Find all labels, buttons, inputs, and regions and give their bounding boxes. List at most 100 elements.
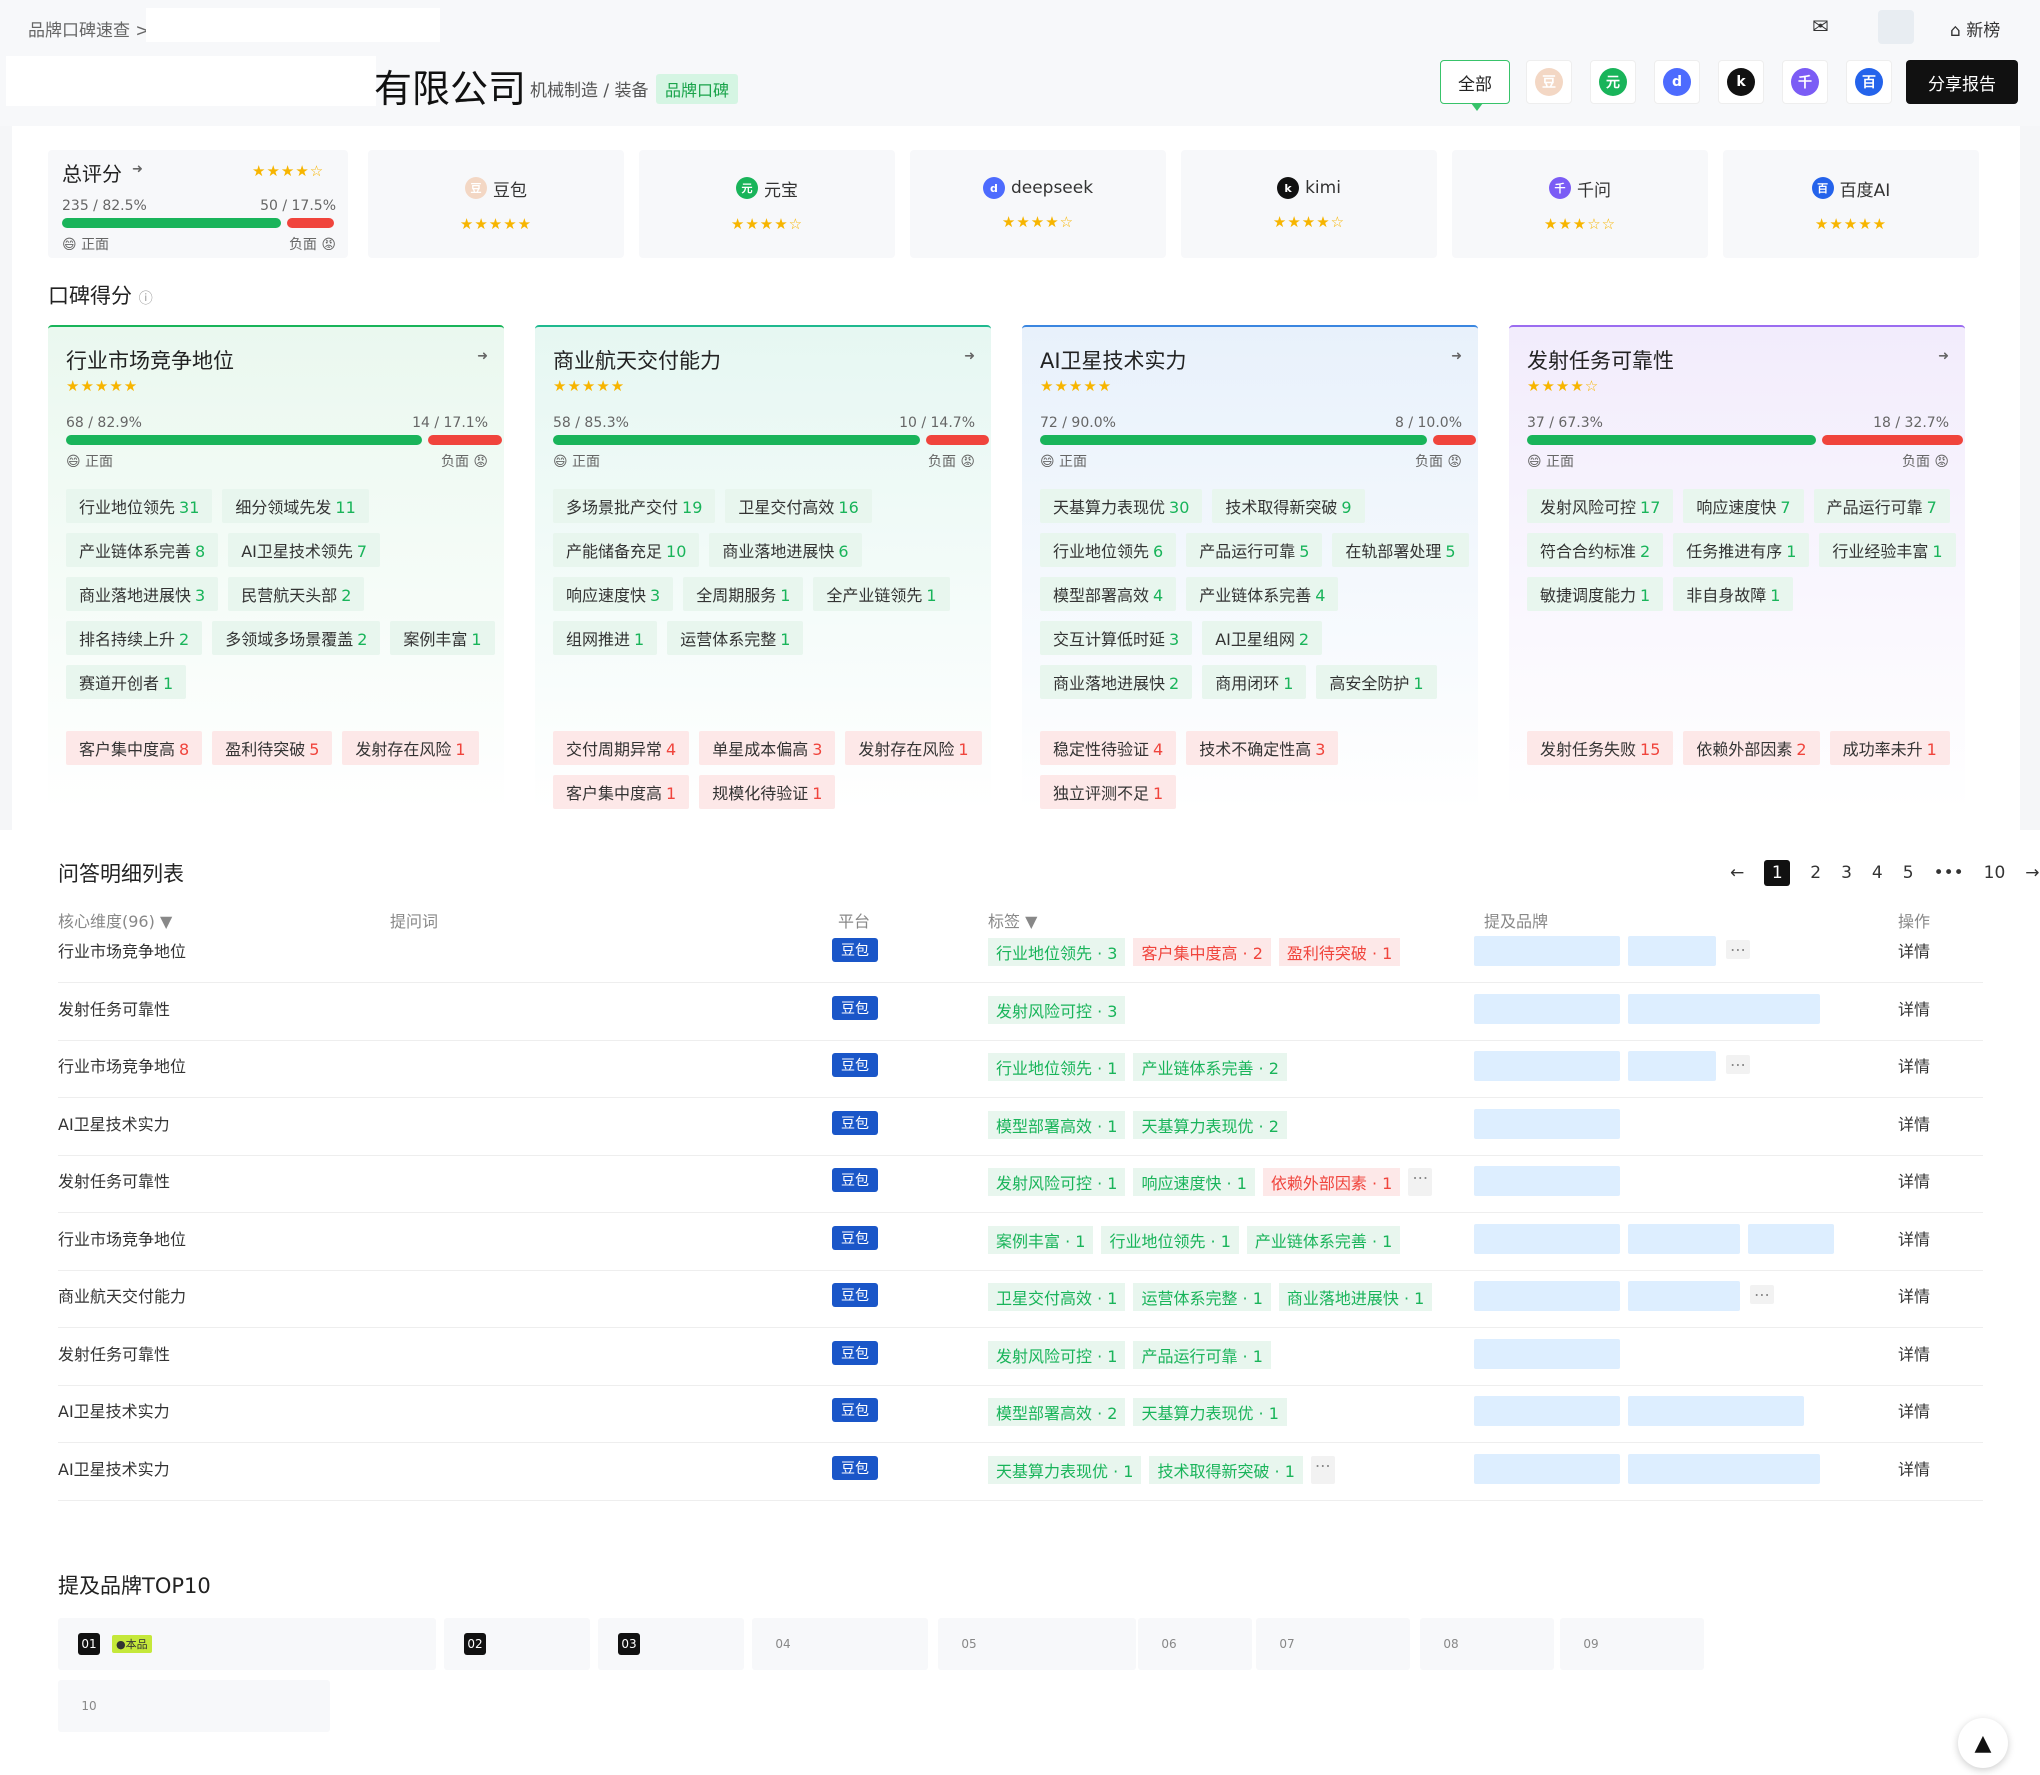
positive-tag[interactable]: 产品运行可靠 · 1 <box>1133 1340 1271 1369</box>
brand-chip[interactable] <box>1474 1108 1620 1139</box>
negative-tag[interactable]: 客户集中度高 8 <box>66 731 203 765</box>
detail-link[interactable]: 详情 <box>1898 1111 1930 1135</box>
positive-tag[interactable]: 天基算力表现优 · 1 <box>988 1455 1142 1484</box>
positive-tag[interactable]: 行业地位领先 31 <box>66 489 213 523</box>
positive-tag[interactable]: 卫星交付高效 16 <box>725 489 872 523</box>
brand-rank-card[interactable]: 03 <box>598 1618 744 1670</box>
table-row[interactable]: 发射任务可靠性 豆包 发射风险可控 · 3 详情 <box>0 984 2040 1041</box>
positive-tag[interactable]: 发射风险可控 · 3 <box>988 995 1126 1024</box>
table-row[interactable]: 发射任务可靠性 豆包 发射风险可控 · 1 响应速度快 · 1 依赖外部因素 · 1 ⋯ 详… <box>0 1156 2040 1213</box>
negative-tag[interactable]: 单星成本偏高 3 <box>699 731 836 765</box>
detail-link[interactable]: 详情 <box>1898 1168 1930 1192</box>
positive-tag[interactable]: 多领域多场景覆盖 2 <box>212 621 381 655</box>
brand-rank-card[interactable]: 06 <box>1138 1618 1252 1670</box>
brand-rank-card[interactable]: 01 ●本品 <box>58 1618 436 1670</box>
positive-tag[interactable]: 行业地位领先 6 <box>1040 533 1177 567</box>
negative-tag[interactable]: 稳定性待验证 4 <box>1040 731 1177 765</box>
positive-tag[interactable]: 组网推进 1 <box>553 621 658 655</box>
table-row[interactable]: AI卫星技术实力 豆包 天基算力表现优 · 1 技术取得新突破 · 1 ⋯ 详情 <box>0 1444 2040 1501</box>
positive-tag[interactable]: 商业落地进展快 · 1 <box>1278 1283 1433 1311</box>
positive-tag[interactable]: 行业地位领先 · 1 <box>988 1053 1126 1081</box>
brand-chip[interactable] <box>1474 1051 1620 1081</box>
platform-filter-qianwen[interactable]: 千 <box>1782 60 1828 104</box>
positive-tag[interactable]: 产业链体系完善 4 <box>1186 577 1339 611</box>
table-row[interactable]: 行业市场竞争地位 豆包 行业地位领先 · 3 客户集中度高 · 2 盈利待突破 · 1 ⋯… <box>0 926 2040 983</box>
brand-chip[interactable] <box>1474 1396 1620 1426</box>
xinbang-link[interactable]: ⌂ 新榜 <box>1950 16 2000 41</box>
positive-tag[interactable]: 敏捷调度能力 1 <box>1527 577 1664 611</box>
platform-filter-baidu-ai[interactable]: 百 <box>1846 60 1892 104</box>
positive-tag[interactable]: 发射风险可控 · 1 <box>988 1168 1126 1196</box>
brand-chip[interactable] <box>1474 993 1620 1024</box>
detail-link[interactable]: 详情 <box>1898 996 1930 1020</box>
positive-tag[interactable]: 天基算力表现优 · 1 <box>1133 1398 1287 1426</box>
info-icon[interactable]: ⓘ <box>139 291 153 307</box>
more-brands-icon[interactable]: ⋯ <box>1726 940 1750 959</box>
brand-chip[interactable] <box>1474 1223 1620 1254</box>
brand-rank-card[interactable]: 07 <box>1256 1618 1410 1670</box>
brand-rank-card[interactable]: 02 <box>444 1618 590 1670</box>
detail-link[interactable]: 详情 <box>1898 1053 1930 1077</box>
more-brands-icon[interactable]: ⋯ <box>1750 1285 1774 1304</box>
table-row[interactable]: 行业市场竞争地位 豆包 案例丰富 · 1 行业地位领先 · 1 产业链体系完善 · 1 详… <box>0 1214 2040 1271</box>
brand-chip[interactable] <box>1628 936 1716 966</box>
positive-tag[interactable]: 产业链体系完善 · 2 <box>1133 1053 1287 1081</box>
positive-tag[interactable]: 案例丰富 · 1 <box>988 1225 1094 1254</box>
positive-tag[interactable]: 多场景批产交付 19 <box>553 489 716 523</box>
negative-tag[interactable]: 技术不确定性高 3 <box>1186 731 1339 765</box>
arrow-right-icon[interactable]: ➜ <box>1938 349 1949 364</box>
positive-tag[interactable]: 模型部署高效 · 2 <box>988 1398 1126 1426</box>
negative-tag[interactable]: 盈利待突破 · 1 <box>1278 938 1401 966</box>
negative-tag[interactable]: 依赖外部因素 · 1 <box>1262 1168 1401 1196</box>
positive-tag[interactable]: 全产业链领先 1 <box>813 577 950 611</box>
positive-tag[interactable]: 细分领域先发 11 <box>222 489 369 523</box>
positive-tag[interactable]: 响应速度快 3 <box>553 577 674 611</box>
positive-tag[interactable]: 全周期服务 1 <box>683 577 804 611</box>
positive-tag[interactable]: 产能储备充足 10 <box>553 533 700 567</box>
positive-tag[interactable]: 在轨部署处理 5 <box>1332 533 1469 567</box>
breadcrumb-root[interactable]: 品牌口碑速查 <box>28 21 130 41</box>
detail-link[interactable]: 详情 <box>1898 1456 1930 1480</box>
positive-tag[interactable]: 非自身故障 1 <box>1673 577 1794 611</box>
negative-tag[interactable]: 规模化待验证 1 <box>699 775 836 809</box>
prev-page-icon[interactable]: ← <box>1730 863 1744 883</box>
table-row[interactable]: AI卫星技术实力 豆包 模型部署高效 · 2 天基算力表现优 · 1 详情 <box>0 1386 2040 1443</box>
table-row[interactable]: 商业航天交付能力 豆包 卫星交付高效 · 1 运营体系完整 · 1 商业落地进展快 · … <box>0 1271 2040 1328</box>
brand-rank-card[interactable]: 04 <box>752 1618 928 1670</box>
brand-chip[interactable] <box>1474 1281 1620 1311</box>
more-brands-icon[interactable]: ⋯ <box>1726 1055 1750 1074</box>
platform-filter-deepseek[interactable]: d <box>1654 60 1700 104</box>
positive-tag[interactable]: 响应速度快 · 1 <box>1133 1168 1255 1196</box>
positive-tag[interactable]: AI卫星组网 2 <box>1202 621 1323 655</box>
platform-score-card[interactable]: 千千问 ★★★☆☆ <box>1452 150 1708 258</box>
negative-tag[interactable]: 成功率未升 1 <box>1829 731 1950 765</box>
positive-tag[interactable]: 天基算力表现优 30 <box>1040 489 1203 523</box>
positive-tag[interactable]: 赛道开创者 1 <box>66 665 187 699</box>
brand-chip[interactable] <box>1628 1223 1740 1254</box>
table-row[interactable]: 发射任务可靠性 豆包 发射风险可控 · 1 产品运行可靠 · 1 详情 <box>0 1329 2040 1386</box>
brand-rank-card[interactable]: 10 <box>58 1680 330 1732</box>
positive-tag[interactable]: AI卫星技术领先 7 <box>228 533 381 567</box>
page-10[interactable]: 10 <box>1984 863 2006 883</box>
table-row[interactable]: 行业市场竞争地位 豆包 行业地位领先 · 1 产业链体系完善 · 2 ⋯ 详情 <box>0 1041 2040 1098</box>
positive-tag[interactable]: 模型部署高效 · 1 <box>988 1110 1126 1139</box>
positive-tag[interactable]: 商业落地进展快 6 <box>709 533 862 567</box>
brand-rank-card[interactable]: 08 <box>1420 1618 1554 1670</box>
platform-filter-kimi[interactable]: k <box>1718 60 1764 104</box>
brand-chip[interactable] <box>1628 1453 1820 1484</box>
negative-tag[interactable]: 发射存在风险 1 <box>342 731 479 765</box>
platform-filter-yuanbao[interactable]: 元 <box>1590 60 1636 104</box>
positive-tag[interactable]: 商用闭环 1 <box>1202 665 1307 699</box>
page-2[interactable]: 2 <box>1810 863 1821 883</box>
platform-score-card[interactable]: 豆豆包 ★★★★★ <box>368 150 624 258</box>
positive-tag[interactable]: 产业链体系完善 8 <box>66 533 219 567</box>
positive-tag[interactable]: 运营体系完整 1 <box>667 621 804 655</box>
platform-score-card[interactable]: d deepseek ★★★★☆ <box>910 150 1166 258</box>
arrow-right-icon[interactable]: ➜ <box>477 349 488 364</box>
more-tags-icon[interactable]: ⋯ <box>1310 1455 1335 1484</box>
positive-tag[interactable]: 高安全防护 1 <box>1316 665 1437 699</box>
positive-tag[interactable]: 运营体系完整 · 1 <box>1133 1283 1271 1311</box>
brand-chip[interactable] <box>1474 1453 1620 1484</box>
negative-tag[interactable]: 交付周期异常 4 <box>553 731 690 765</box>
platform-filter-doubao[interactable]: 豆 <box>1526 60 1572 104</box>
